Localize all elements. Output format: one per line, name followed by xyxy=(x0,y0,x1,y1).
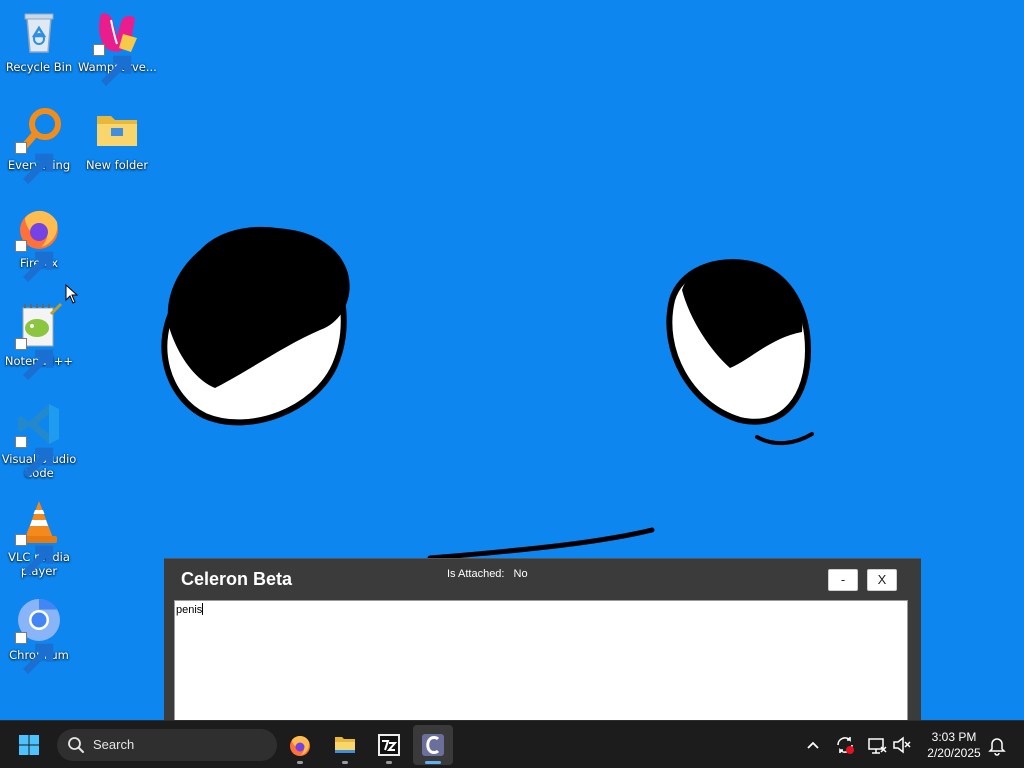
taskbar: Search 3:03 PM 2/20/2025 xyxy=(0,720,1024,768)
text-caret xyxy=(202,603,204,615)
desktop-icon-label: Recycle Bin xyxy=(5,60,73,74)
sync-icon xyxy=(837,737,854,754)
running-indicator xyxy=(386,761,392,764)
script-editor[interactable]: penis xyxy=(174,600,908,740)
shortcut-arrow-icon xyxy=(15,338,54,380)
desktop-icon-recycle-bin[interactable]: Recycle Bin xyxy=(0,8,78,74)
shortcut-arrow-icon xyxy=(15,240,54,282)
desktop-icon-everything[interactable]: Everything xyxy=(0,106,78,184)
close-button[interactable]: X xyxy=(867,569,897,591)
desktop-icon-firefox[interactable]: Firefox xyxy=(0,204,78,282)
folder-icon xyxy=(97,116,137,146)
firefox-icon xyxy=(290,736,310,756)
taskbar-search[interactable]: Search xyxy=(57,729,277,761)
7zip-icon xyxy=(378,734,400,756)
notifications-button[interactable] xyxy=(986,734,1008,756)
recycle-bin-icon xyxy=(24,13,54,53)
clock-time: 3:03 PM xyxy=(931,730,977,744)
start-button[interactable] xyxy=(14,730,44,760)
file-explorer-icon xyxy=(335,737,355,753)
shortcut-arrow-icon xyxy=(15,142,54,184)
taskbar-app-file-explorer[interactable] xyxy=(325,725,365,765)
desktop-icon-notepad-plus-plus[interactable]: Notepad++ xyxy=(0,302,78,380)
shortcut-arrow-icon xyxy=(15,534,54,576)
attached-label: Is Attached: xyxy=(447,568,505,580)
mouse-cursor-icon xyxy=(65,284,79,304)
search-label: Search xyxy=(93,737,135,752)
desktop-icon-wampserver[interactable]: Wampserve... xyxy=(78,8,157,86)
taskbar-app-celeron[interactable] xyxy=(413,725,453,765)
search-icon xyxy=(68,737,84,753)
clock-date: 2/20/2025 xyxy=(927,746,981,760)
taskbar-clock[interactable]: 3:03 PM 2/20/2025 xyxy=(918,729,990,761)
window-title: Celeron Beta xyxy=(181,569,293,589)
taskbar-app-7zip[interactable] xyxy=(369,725,409,765)
celeron-icon xyxy=(422,734,444,756)
desktop-icon-visual-studio-code[interactable]: Visual Studio Code xyxy=(0,400,78,480)
tray-sync[interactable] xyxy=(834,734,856,756)
attached-value: No xyxy=(513,568,528,580)
show-hidden-icons-button[interactable] xyxy=(802,734,824,756)
minimize-button[interactable]: - xyxy=(828,569,858,591)
tray-volume[interactable] xyxy=(891,734,913,756)
shortcut-arrow-icon xyxy=(93,44,132,86)
celeron-window[interactable]: Celeron Beta Is Attached: No - X penis xyxy=(164,558,921,740)
chevron-up-icon xyxy=(807,741,819,749)
desktop-icon-chromium[interactable]: Chromium xyxy=(0,596,78,674)
desktop-icon-vlc[interactable]: VLC media player xyxy=(0,498,78,578)
volume-muted-icon xyxy=(893,736,911,754)
shortcut-arrow-icon xyxy=(15,436,54,478)
attach-status: Is Attached: No xyxy=(447,568,534,580)
running-indicator xyxy=(342,761,348,764)
running-indicator xyxy=(425,761,441,764)
running-indicator xyxy=(297,761,303,764)
desktop-icon-new-folder[interactable]: New folder xyxy=(78,106,156,172)
taskbar-app-firefox[interactable] xyxy=(280,725,320,765)
notifications-bell-icon xyxy=(988,738,1006,756)
editor-text: penis xyxy=(176,604,203,616)
network-icon xyxy=(868,738,887,754)
tray-network[interactable] xyxy=(866,734,888,756)
shortcut-arrow-icon xyxy=(15,632,54,674)
windows-logo-icon xyxy=(19,735,39,755)
desktop-icon-label: New folder xyxy=(85,158,149,172)
